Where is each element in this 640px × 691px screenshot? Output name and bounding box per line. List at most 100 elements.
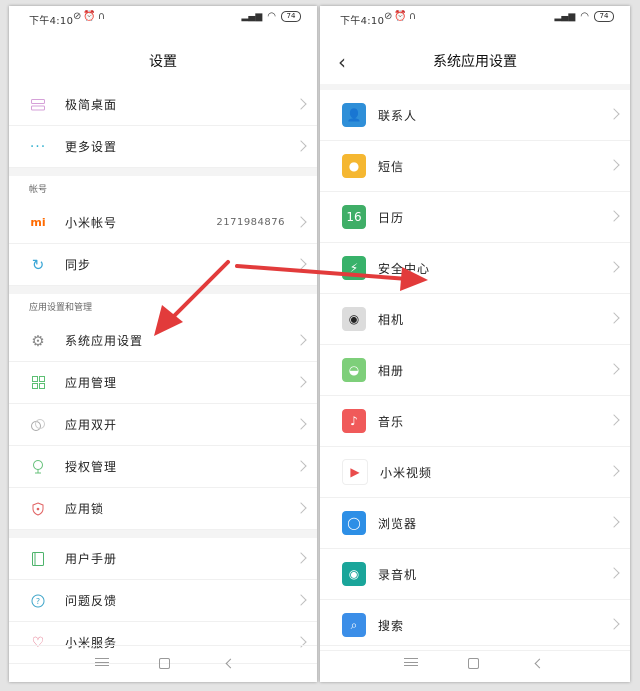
nav-bar (320, 645, 630, 682)
browser-icon: ◯ (342, 511, 366, 535)
row-feedback[interactable]: ? 问题反馈 (9, 580, 317, 622)
chevron-right-icon (608, 312, 620, 324)
chevron-right-icon (295, 215, 307, 228)
section-header-account: 帐号 (9, 176, 317, 202)
chevron-right-icon (295, 97, 307, 110)
app-label: 安全中心 (378, 261, 431, 276)
sync-icon: ↻ (31, 255, 45, 274)
chevron-right-icon (608, 516, 620, 528)
app-row-search[interactable]: ⌕ 搜索 (320, 600, 630, 651)
chevron-right-icon (608, 567, 620, 579)
row-user-manual[interactable]: 用户手册 (9, 538, 317, 580)
permission-icon (29, 458, 47, 476)
nav-bar (9, 645, 317, 682)
wifi-icon: ◠ (580, 11, 589, 22)
section-divider (9, 530, 317, 538)
contacts-icon: 👤 (342, 103, 366, 127)
chevron-right-icon (295, 593, 307, 606)
app-label: 日历 (378, 210, 405, 225)
row-minimal-desktop[interactable]: 极简桌面 (9, 84, 317, 126)
back-nav-icon[interactable] (534, 658, 545, 669)
section-divider (9, 168, 317, 176)
wifi-icon: ◠ (267, 11, 276, 22)
row-label: 应用管理 (65, 376, 118, 390)
menu-nav-icon[interactable] (95, 658, 109, 666)
row-label: 应用双开 (65, 418, 118, 432)
row-label: 问题反馈 (65, 594, 118, 608)
settings-list: 极简桌面 ··· 更多设置 帐号 mi 小米帐号 2171984876 ↻ 同步… (9, 84, 317, 664)
back-arrow-icon[interactable]: ‹ (338, 42, 346, 82)
chevron-right-icon (295, 459, 307, 472)
dual-apps-icon (29, 416, 47, 434)
music-icon: ♪ (342, 409, 366, 433)
chevron-right-icon (608, 414, 620, 426)
app-label: 相机 (378, 312, 405, 327)
calendar-icon: 16 (342, 205, 366, 229)
app-grid-icon (29, 374, 47, 392)
manual-icon (29, 550, 47, 568)
app-row-calendar[interactable]: 16 日历 (320, 192, 630, 243)
app-row-security[interactable]: ⚡ 安全中心 (320, 243, 630, 294)
section-divider (9, 286, 317, 294)
row-app-management[interactable]: 应用管理 (9, 362, 317, 404)
row-mi-account[interactable]: mi 小米帐号 2171984876 (9, 202, 317, 244)
chevron-right-icon (608, 261, 620, 273)
camera-icon: ◉ (342, 307, 366, 331)
status-right: ▂▄▆ ◠ 74 (242, 11, 301, 22)
app-row-camera[interactable]: ◉ 相机 (320, 294, 630, 345)
chevron-right-icon (295, 333, 307, 346)
battery-icon: 74 (281, 11, 301, 22)
video-icon: ▶ (342, 459, 368, 485)
app-lock-icon (29, 500, 47, 518)
row-app-lock[interactable]: 应用锁 (9, 488, 317, 530)
row-label: 更多设置 (65, 140, 118, 154)
app-row-browser[interactable]: ◯ 浏览器 (320, 498, 630, 549)
status-bar: 下午4:10 ⊘⏰∩ ▂▄▆ ◠ 74 (9, 6, 317, 28)
row-label: 用户手册 (65, 552, 118, 566)
menu-nav-icon[interactable] (404, 658, 418, 666)
chevron-right-icon (295, 417, 307, 430)
app-row-video[interactable]: ▶ 小米视频 (320, 447, 630, 498)
chevron-right-icon (295, 501, 307, 514)
chevron-right-icon (608, 363, 620, 375)
page-title: 设置 (149, 54, 177, 70)
chevron-right-icon (608, 465, 620, 477)
home-nav-icon[interactable] (468, 658, 479, 669)
row-label: 极简桌面 (65, 98, 118, 112)
status-time: 下午4:10 (29, 16, 74, 27)
app-row-contacts[interactable]: 👤 联系人 (320, 90, 630, 141)
notification-icons: ⊘⏰∩ (73, 11, 108, 22)
account-id: 2171984876 (216, 217, 285, 228)
row-label: 同步 (65, 258, 92, 272)
chevron-right-icon (295, 551, 307, 564)
row-dual-apps[interactable]: 应用双开 (9, 404, 317, 446)
row-label: 应用锁 (65, 502, 105, 516)
page-title-bar: ‹ 系统应用设置 (320, 42, 630, 82)
row-permission-management[interactable]: 授权管理 (9, 446, 317, 488)
back-nav-icon[interactable] (225, 658, 236, 669)
status-bar: 下午4:10 ⊘⏰∩ ▂▄▆ ◠ 74 (320, 6, 630, 28)
app-row-recorder[interactable]: ◉ 录音机 (320, 549, 630, 600)
page-title: 系统应用设置 (433, 54, 517, 70)
app-label: 小米视频 (380, 465, 433, 480)
more-settings-icon: ··· (29, 138, 47, 155)
chevron-right-icon (295, 375, 307, 388)
app-row-gallery[interactable]: ◒ 相册 (320, 345, 630, 396)
notification-icons: ⊘⏰∩ (384, 11, 419, 22)
minimal-desktop-icon (29, 96, 47, 114)
section-header-apps: 应用设置和管理 (9, 294, 317, 320)
recorder-icon: ◉ (342, 562, 366, 586)
home-nav-icon[interactable] (159, 658, 170, 669)
battery-icon: 74 (594, 11, 614, 22)
app-row-sms[interactable]: ● 短信 (320, 141, 630, 192)
row-system-app-settings[interactable]: ⚙ 系统应用设置 (9, 320, 317, 362)
search-icon: ⌕ (342, 613, 366, 637)
row-sync[interactable]: ↻ 同步 (9, 244, 317, 286)
system-app-settings-screen: 下午4:10 ⊘⏰∩ ▂▄▆ ◠ 74 ‹ 系统应用设置 👤 联系人 ● 短信 16 日历… (320, 6, 630, 682)
app-label: 浏览器 (378, 516, 418, 531)
settings-screen: 下午4:10 ⊘⏰∩ ▂▄▆ ◠ 74 设置 极简桌面 ··· 更多设置 帐号 … (9, 6, 317, 682)
row-more-settings[interactable]: ··· 更多设置 (9, 126, 317, 168)
app-label: 联系人 (378, 108, 418, 123)
app-row-music[interactable]: ♪ 音乐 (320, 396, 630, 447)
app-label: 短信 (378, 159, 405, 174)
